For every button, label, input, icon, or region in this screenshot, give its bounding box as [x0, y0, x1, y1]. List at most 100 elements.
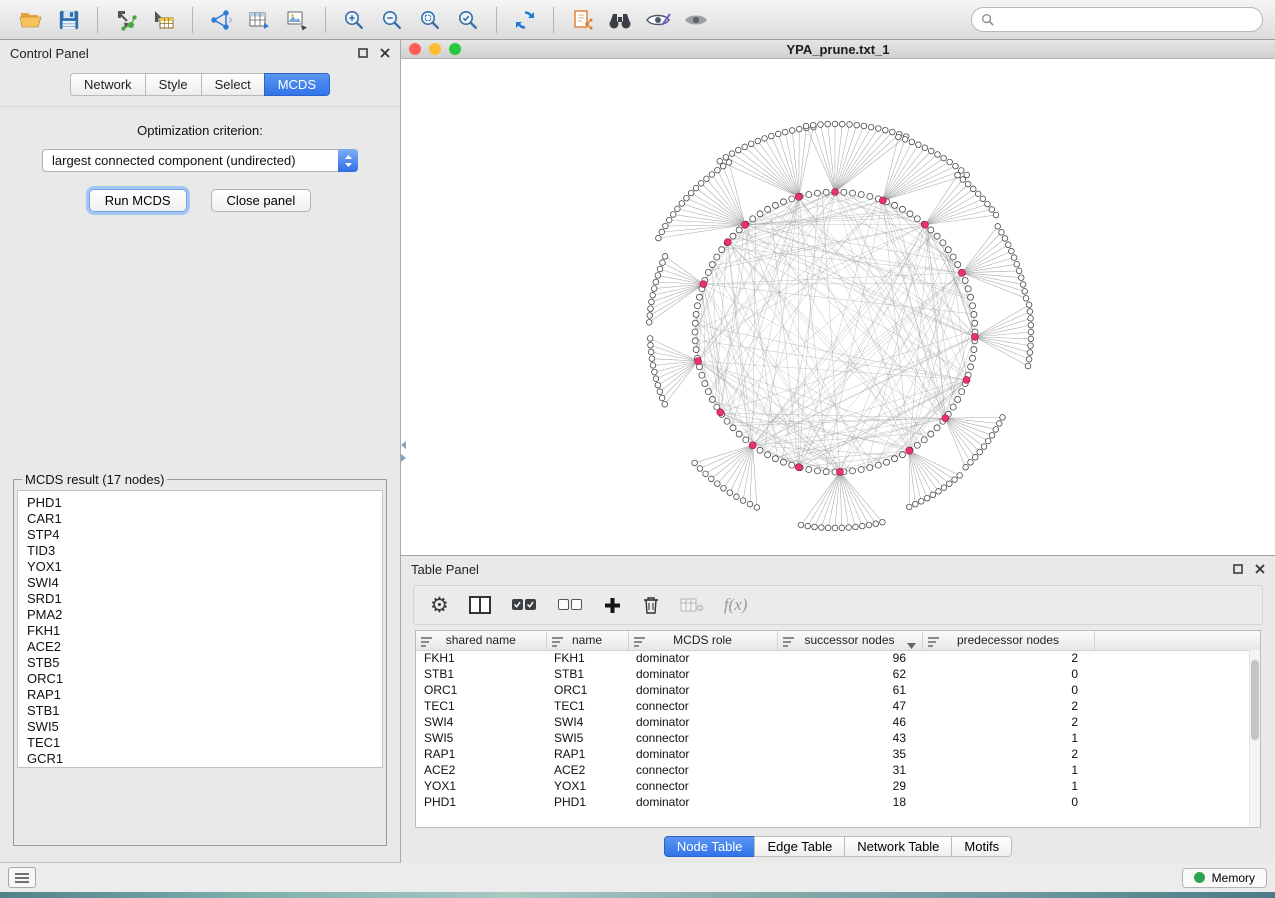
refresh-layout-button[interactable] [508, 4, 542, 36]
zoom-in-button[interactable] [337, 4, 371, 36]
scrollbar-thumb[interactable] [1251, 660, 1259, 740]
tab-network[interactable]: Network [70, 73, 146, 96]
criterion-select[interactable]: largest connected component (undirected) [42, 149, 358, 172]
float-panel-icon[interactable] [1233, 564, 1243, 574]
table-row[interactable]: RAP1RAP1dominator352 [416, 746, 1260, 762]
tab-motifs[interactable]: Motifs [951, 836, 1012, 857]
deselect-all-button[interactable] [557, 598, 583, 612]
result-node[interactable]: CAR1 [27, 511, 382, 527]
result-node[interactable]: TEC1 [27, 735, 382, 751]
toolbar-separator [192, 7, 193, 33]
column-header-successor-nodes[interactable]: successor nodes [777, 631, 922, 650]
import-table-button[interactable] [147, 4, 181, 36]
result-node[interactable]: PMA2 [27, 607, 382, 623]
zoom-out-button[interactable] [375, 4, 409, 36]
window-minimize-icon[interactable] [429, 43, 441, 55]
toolbar-separator [325, 7, 326, 33]
select-all-button[interactable] [511, 598, 537, 612]
column-header-mcds-role[interactable]: MCDS role [628, 631, 777, 650]
network-canvas[interactable] [401, 59, 1275, 555]
table-row[interactable]: ORC1ORC1dominator610 [416, 682, 1260, 698]
toggle-graphics-button[interactable] [679, 4, 713, 36]
result-node[interactable]: SWI4 [27, 575, 382, 591]
mcds-result-list[interactable]: PHD1 CAR1 STP4 TID3 YOX1 SWI4 SRD1 PMA2 … [17, 490, 383, 768]
zoom-selected-icon [456, 8, 480, 32]
table-icon [247, 8, 271, 32]
result-node[interactable]: ORC1 [27, 671, 382, 687]
copy-network-button[interactable] [565, 4, 599, 36]
expand-right-icon[interactable] [401, 454, 406, 462]
tab-style[interactable]: Style [145, 73, 202, 96]
column-header-shared-name[interactable]: shared name [416, 631, 546, 650]
result-node[interactable]: FKH1 [27, 623, 382, 639]
open-file-button[interactable] [14, 4, 48, 36]
show-columns-button[interactable] [469, 596, 491, 614]
eye-slash-icon [645, 10, 671, 30]
tab-edge-table[interactable]: Edge Table [754, 836, 845, 857]
result-node[interactable]: SWI5 [27, 719, 382, 735]
column-header-name[interactable]: name [546, 631, 628, 650]
table-scrollbar[interactable] [1249, 650, 1260, 827]
add-column-button[interactable] [603, 596, 622, 615]
close-panel-icon[interactable] [1255, 564, 1265, 574]
result-node[interactable]: SRD1 [27, 591, 382, 607]
close-panel-icon[interactable] [380, 48, 390, 58]
result-node[interactable]: STP4 [27, 527, 382, 543]
mcds-buttons-row: Run MCDS Close panel [0, 189, 400, 212]
toolbar-separator [496, 7, 497, 33]
floppy-icon [58, 9, 80, 31]
save-session-button[interactable] [52, 4, 86, 36]
import-network-button[interactable] [109, 4, 143, 36]
hide-columns-button[interactable] [680, 597, 704, 613]
find-button[interactable] [603, 4, 637, 36]
table-row[interactable]: FKH1FKH1dominator962 [416, 650, 1260, 666]
result-node[interactable]: STB5 [27, 655, 382, 671]
result-node[interactable]: TID3 [27, 543, 382, 559]
table-row[interactable]: TEC1TEC1connector472 [416, 698, 1260, 714]
window-maximize-icon[interactable] [449, 43, 461, 55]
tab-network-table[interactable]: Network Table [844, 836, 952, 857]
result-node[interactable]: GCR1 [27, 751, 382, 767]
toggle-annotations-button[interactable] [641, 4, 675, 36]
tab-node-table[interactable]: Node Table [664, 836, 756, 857]
deselect-all-icon [557, 598, 583, 612]
document-share-icon [570, 8, 594, 32]
table-row[interactable]: YOX1YOX1connector291 [416, 778, 1260, 794]
table-row[interactable]: SWI5SWI5connector431 [416, 730, 1260, 746]
network-window-title: YPA_prune.txt_1 [401, 42, 1275, 57]
export-image-button[interactable] [280, 4, 314, 36]
sort-icon [552, 636, 563, 650]
search-input[interactable] [1000, 13, 1253, 27]
splitter-collapse-buttons[interactable] [401, 441, 409, 462]
table-row[interactable]: SWI4SWI4dominator462 [416, 714, 1260, 730]
window-close-icon[interactable] [409, 43, 421, 55]
delete-column-button[interactable] [642, 595, 660, 615]
tab-select[interactable]: Select [201, 73, 265, 96]
task-history-button[interactable] [8, 867, 36, 888]
result-node[interactable]: STB1 [27, 703, 382, 719]
network-graph[interactable] [401, 59, 1273, 555]
zoom-fit-icon [418, 8, 442, 32]
node-table: shared name name MCDS role [415, 630, 1261, 828]
close-panel-button[interactable]: Close panel [211, 189, 312, 212]
memory-button[interactable]: Memory [1182, 868, 1267, 888]
zoom-fit-button[interactable] [413, 4, 447, 36]
network-window-titlebar[interactable]: YPA_prune.txt_1 [401, 40, 1275, 59]
column-header-predecessor-nodes[interactable]: predecessor nodes [922, 631, 1094, 650]
tab-mcds[interactable]: MCDS [264, 73, 330, 96]
result-node[interactable]: RAP1 [27, 687, 382, 703]
zoom-selected-button[interactable] [451, 4, 485, 36]
function-builder-button[interactable]: f(x) [724, 595, 748, 615]
table-row[interactable]: PHD1PHD1dominator180 [416, 794, 1260, 810]
result-node[interactable]: YOX1 [27, 559, 382, 575]
new-network-button[interactable] [204, 4, 238, 36]
float-panel-icon[interactable] [358, 48, 368, 58]
run-mcds-button[interactable]: Run MCDS [89, 189, 187, 212]
result-node[interactable]: PHD1 [27, 495, 382, 511]
table-row[interactable]: ACE2ACE2connector311 [416, 762, 1260, 778]
collapse-left-icon[interactable] [401, 441, 406, 449]
table-settings-button[interactable]: ⚙ [430, 595, 449, 616]
new-table-button[interactable] [242, 4, 276, 36]
table-row[interactable]: STB1STB1dominator620 [416, 666, 1260, 682]
result-node[interactable]: ACE2 [27, 639, 382, 655]
